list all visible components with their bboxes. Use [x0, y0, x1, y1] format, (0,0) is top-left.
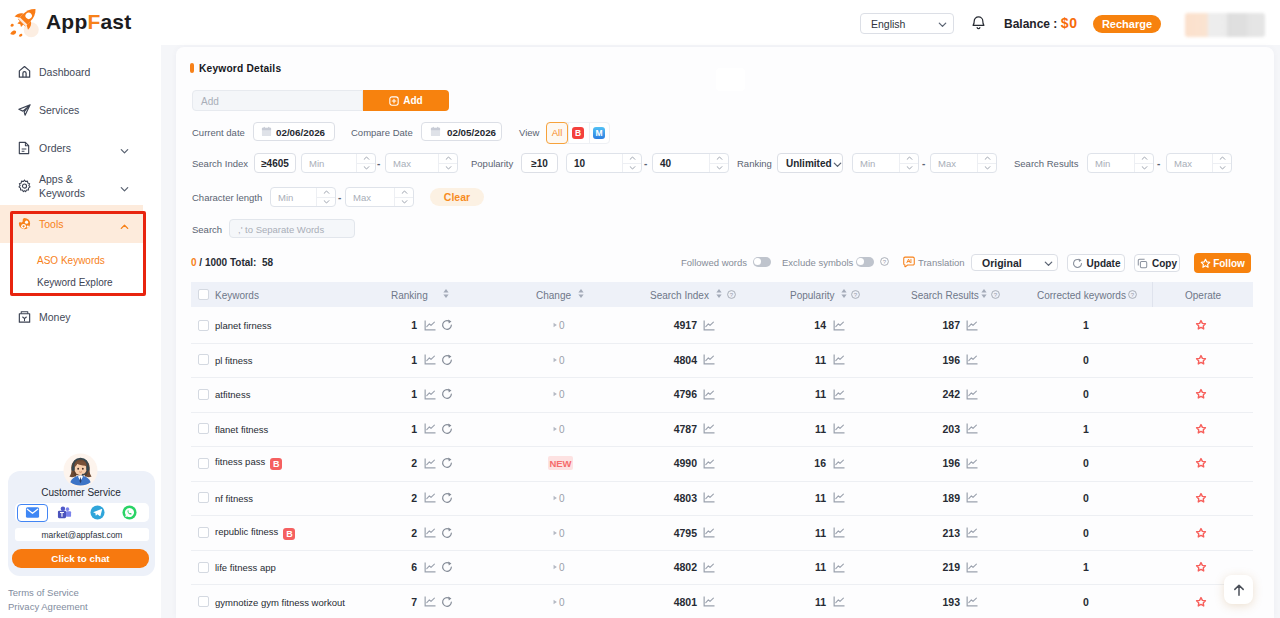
svg-text:?: ?: [730, 291, 734, 297]
svg-text:?: ?: [882, 259, 886, 265]
svg-text:?: ?: [854, 291, 858, 297]
svg-text:?: ?: [994, 291, 998, 297]
svg-text:?: ?: [1131, 291, 1135, 297]
